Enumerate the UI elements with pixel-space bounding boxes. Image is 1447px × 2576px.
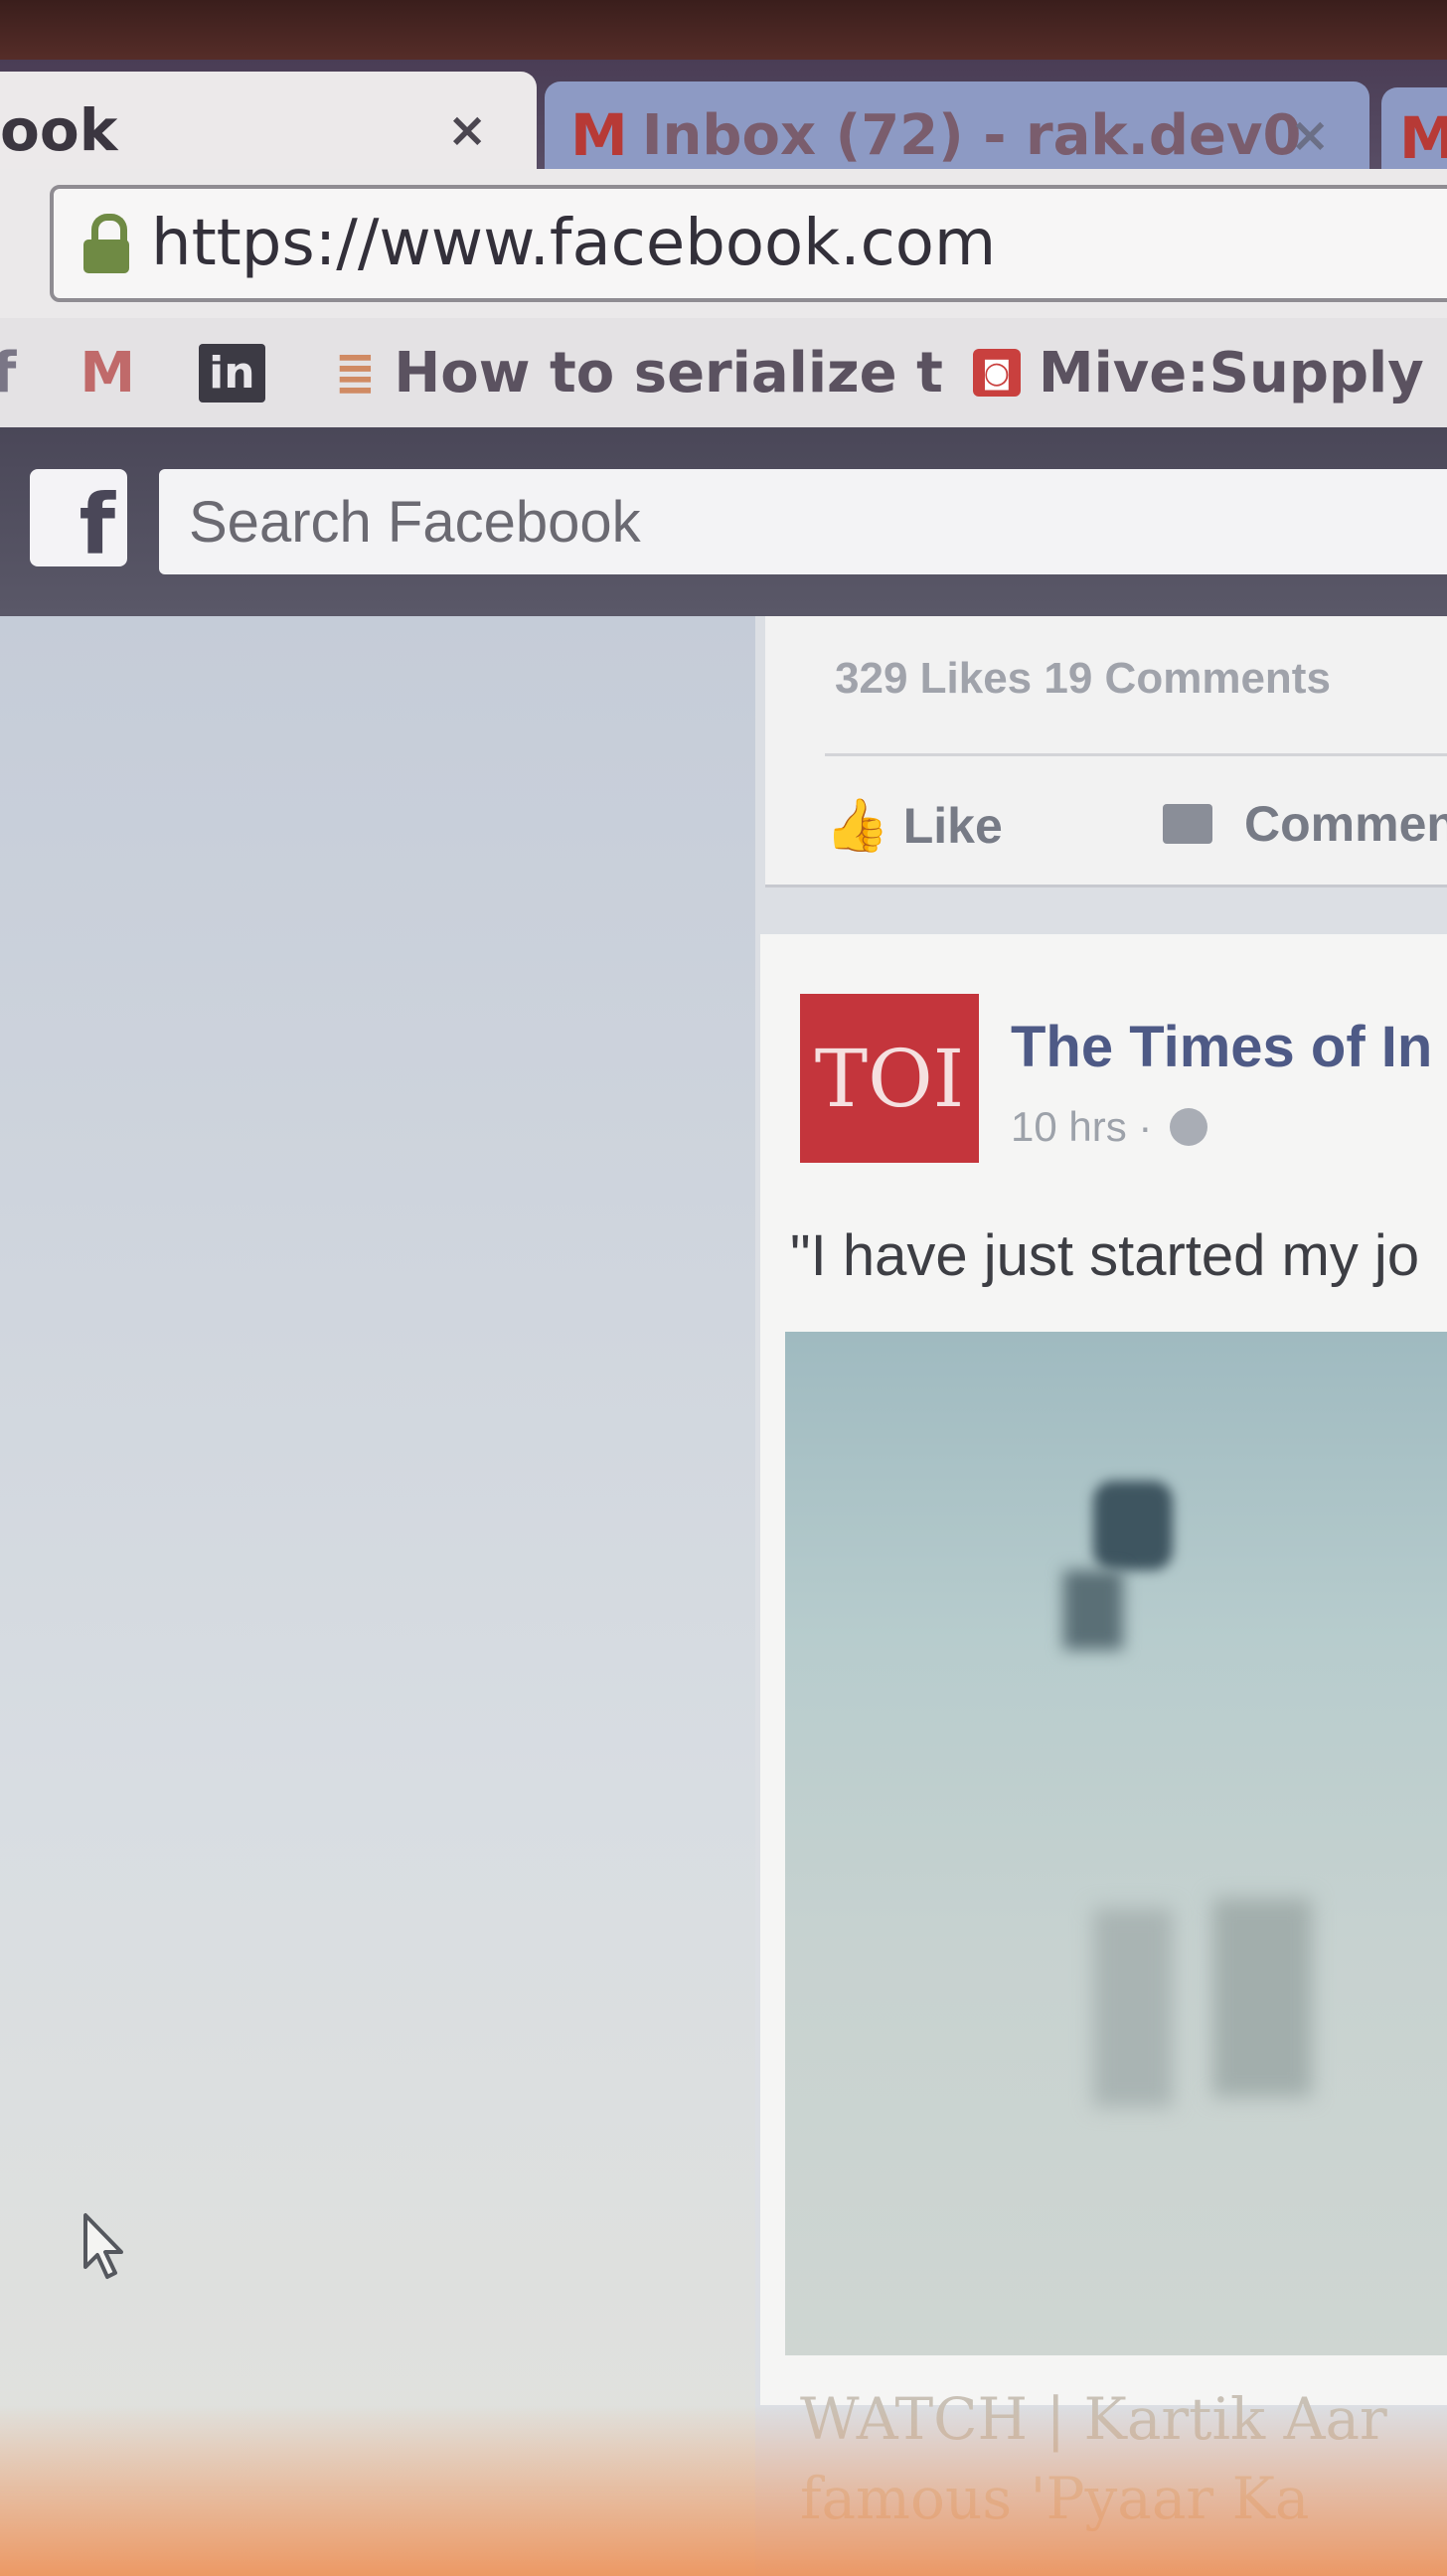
post-image[interactable] (785, 1332, 1447, 2355)
bookmarks-bar: f M in ≣ How to serialize t ◙ Mive:Suppl… (0, 318, 1447, 427)
url-text[interactable]: https://www.facebook.com (151, 207, 996, 280)
page-name-link[interactable]: The Times of In (1011, 1014, 1432, 1080)
bookmark-facebook[interactable]: f (0, 341, 50, 405)
linkedin-icon: in (199, 343, 265, 402)
tab-close-icon[interactable]: × (447, 102, 487, 158)
gmail-icon: M (1399, 104, 1447, 172)
facebook-header: f Search Facebook (0, 427, 1447, 616)
bookmark-label: Mive:Supply (1038, 340, 1424, 405)
lock-icon (83, 214, 129, 273)
comment-icon (1163, 804, 1212, 844)
page-avatar[interactable]: TOI (800, 994, 979, 1163)
thumbs-up-icon: 👍 (825, 797, 889, 855)
gmail-icon: M (80, 340, 136, 405)
stackoverflow-icon: ≣ (334, 344, 377, 402)
link-caption[interactable]: WATCH | Kartik Aar (800, 2385, 1387, 2453)
post-card: TOI The Times of In 10 hrs · "I have jus… (760, 934, 1447, 2532)
post-card: 329 Likes 19 Comments 👍 Like Commen (765, 616, 1447, 887)
search-input[interactable]: Search Facebook (159, 469, 1447, 574)
like-button[interactable]: 👍 Like (825, 795, 1003, 856)
tab-title: ook (0, 96, 118, 164)
timestamp-text: 10 hrs · (1011, 1103, 1153, 1150)
post-timestamp[interactable]: 10 hrs · (1011, 1103, 1208, 1151)
tab-title: Inbox (72) - rak.dev0 (641, 102, 1302, 168)
bookmark-mive[interactable]: ◙ Mive:Supply (972, 340, 1424, 405)
divider (825, 753, 1447, 756)
globe-icon (1170, 1108, 1208, 1146)
post-stats[interactable]: 329 Likes 19 Comments (835, 654, 1331, 704)
like-label: Like (902, 797, 1003, 854)
bookmark-gmail[interactable]: M (80, 341, 169, 405)
bookmark-label: How to serialize t (394, 340, 943, 405)
comment-label: Commen (1244, 796, 1447, 852)
gmail-icon: M (570, 101, 628, 169)
browser-toolbar: https://www.facebook.com (0, 169, 1447, 318)
link-caption[interactable]: famous 'Pyaar Ka (800, 2465, 1309, 2532)
facebook-icon: f (0, 340, 17, 405)
bookmark-linkedin[interactable]: in (199, 343, 304, 402)
mouse-cursor-icon (83, 2213, 123, 2279)
address-bar[interactable]: https://www.facebook.com (50, 185, 1447, 302)
tab-close-icon[interactable]: × (1290, 107, 1330, 163)
facebook-logo-icon[interactable]: f (30, 469, 127, 566)
left-column (0, 616, 755, 2576)
comment-button[interactable]: Commen (1163, 795, 1447, 853)
mive-icon: ◙ (972, 349, 1021, 397)
bookmark-stackoverflow[interactable]: ≣ How to serialize t (335, 341, 943, 405)
post-text: "I have just started my jo (790, 1223, 1420, 1288)
